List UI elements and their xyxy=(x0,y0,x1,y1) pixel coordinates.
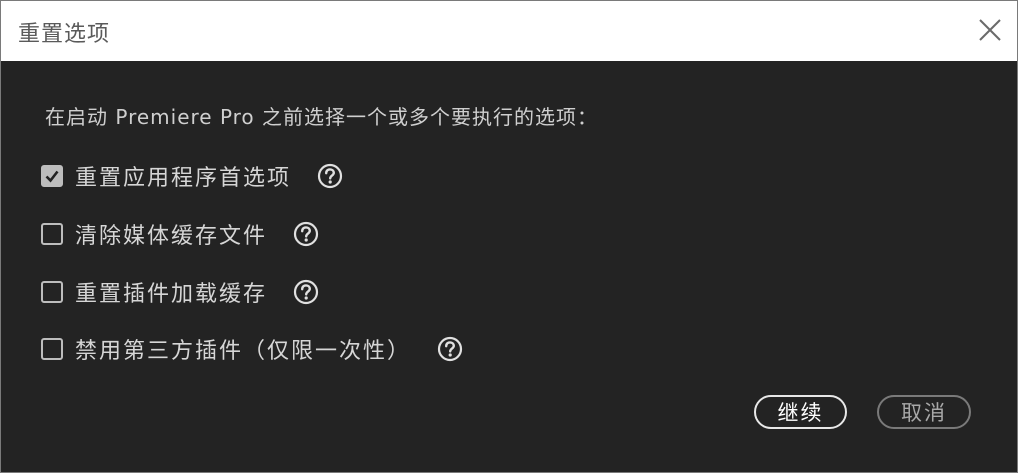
close-icon xyxy=(979,19,1001,41)
reset-plugin-cache-label: 重置插件加载缓存 xyxy=(75,282,268,307)
dialog-body: 在启动 Premiere Pro 之前选择一个或多个要执行的选项： 重置应用程序… xyxy=(1,61,1017,472)
reset-options-dialog: 重置选项 在启动 Premiere Pro 之前选择一个或多个要执行的选项： 重… xyxy=(0,0,1018,473)
disable-third-party-plugins-label: 禁用第三方插件（仅限一次性） xyxy=(75,339,412,364)
continue-button[interactable]: 继续 xyxy=(754,395,847,429)
instruction-text: 在启动 Premiere Pro 之前选择一个或多个要执行的选项： xyxy=(45,105,599,129)
option-reset-plugin-cache[interactable]: 重置插件加载缓存 xyxy=(41,277,319,307)
option-disable-third-party-plugins[interactable]: 禁用第三方插件（仅限一次性） xyxy=(41,334,463,364)
option-reset-preferences[interactable]: 重置应用程序首选项 xyxy=(41,161,343,191)
title-bar: 重置选项 xyxy=(1,1,1017,61)
reset-plugin-cache-checkbox[interactable] xyxy=(41,281,63,303)
clear-media-cache-checkbox[interactable] xyxy=(41,223,63,245)
help-icon[interactable] xyxy=(293,221,319,247)
dialog-title: 重置选项 xyxy=(18,22,111,47)
option-clear-media-cache[interactable]: 清除媒体缓存文件 xyxy=(41,219,319,249)
reset-preferences-label: 重置应用程序首选项 xyxy=(75,166,292,191)
reset-preferences-checkbox[interactable] xyxy=(41,165,63,187)
help-icon[interactable] xyxy=(317,163,343,189)
close-button[interactable] xyxy=(977,17,1003,43)
disable-third-party-plugins-checkbox[interactable] xyxy=(41,338,63,360)
help-icon[interactable] xyxy=(437,336,463,362)
checkmark-icon xyxy=(45,170,59,183)
clear-media-cache-label: 清除媒体缓存文件 xyxy=(75,224,268,249)
cancel-button[interactable]: 取消 xyxy=(877,395,971,429)
help-icon[interactable] xyxy=(293,279,319,305)
